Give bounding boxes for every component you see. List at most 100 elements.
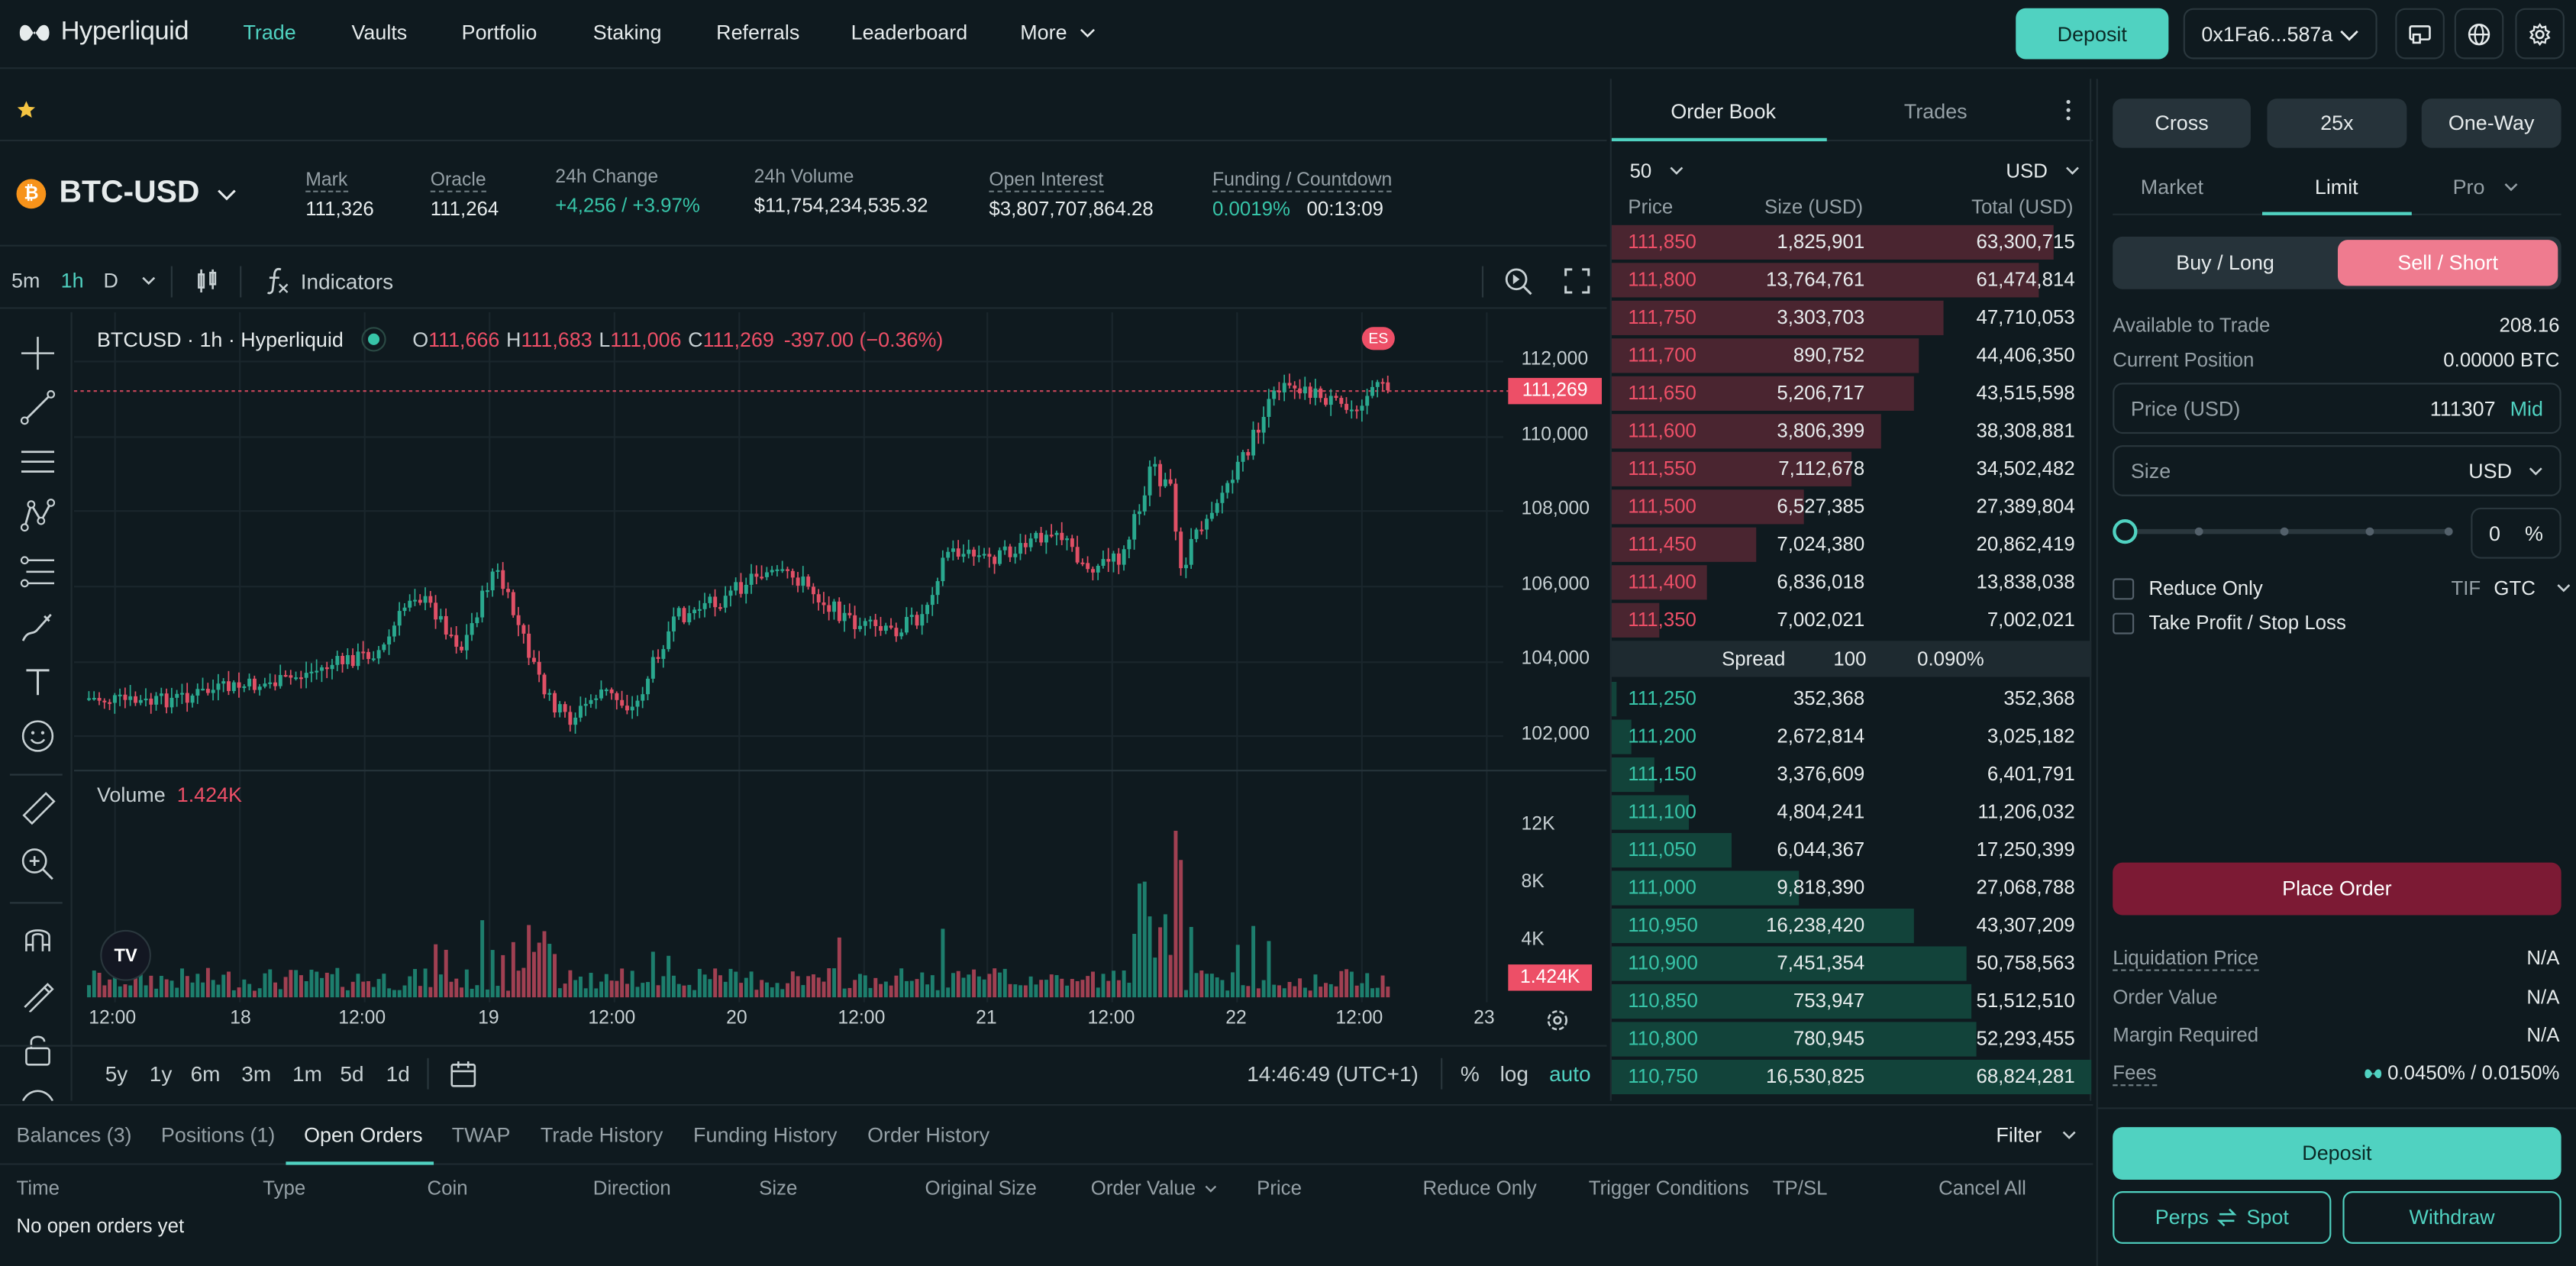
bid-row[interactable]: 111,050 6,044,367 17,250,399	[1611, 832, 2091, 868]
range-1d[interactable]: 1d	[386, 1061, 410, 1086]
indicators-button[interactable]: Indicators	[264, 266, 393, 296]
ask-row[interactable]: 111,450 7,024,380 20,862,419	[1611, 526, 2091, 562]
price-input[interactable]: Price (USD) 111307 Mid	[2113, 383, 2561, 434]
tab-trades[interactable]: Trades	[1904, 100, 1968, 123]
range-5d[interactable]: 5d	[340, 1061, 363, 1086]
language-button[interactable]	[2454, 8, 2504, 60]
chart-clock[interactable]: 14:46:49 (UTC+1)	[1247, 1061, 1419, 1086]
order-type-pro[interactable]: Pro	[2453, 176, 2520, 199]
draw-lock-icon[interactable]	[20, 976, 56, 1012]
magnet-icon[interactable]	[20, 922, 56, 958]
auto-scale-toggle[interactable]: auto	[1549, 1061, 1590, 1086]
filter-dropdown[interactable]: Filter	[1996, 1124, 2076, 1147]
log-scale-toggle[interactable]: log	[1500, 1061, 1528, 1086]
cancel-all-button[interactable]: Cancel All	[1938, 1177, 2026, 1200]
bid-row[interactable]: 111,150 3,376,609 6,401,791	[1611, 756, 2091, 793]
fullscreen-icon[interactable]	[1564, 268, 1590, 294]
ask-row[interactable]: 111,550 7,112,678 34,502,482	[1611, 451, 2091, 486]
tab-open-orders[interactable]: Open Orders	[304, 1124, 422, 1147]
bid-row[interactable]: 111,100 4,804,241 11,206,032	[1611, 793, 2091, 830]
ask-row[interactable]: 111,850 1,825,901 63,300,715	[1611, 224, 2091, 260]
ask-row[interactable]: 111,800 13,764,761 61,474,814	[1611, 261, 2091, 298]
zoom-in-icon[interactable]	[20, 846, 56, 882]
nav-item-leaderboard[interactable]: Leaderboard	[851, 21, 968, 44]
tpsl-checkbox[interactable]: Take Profit / Stop Loss	[2113, 611, 2346, 635]
tab-balances[interactable]: Balances (3)	[17, 1124, 132, 1147]
position-mode-button[interactable]: One-Way	[2421, 99, 2561, 148]
sell-short-button[interactable]: Sell / Short	[2337, 240, 2558, 286]
depth-select[interactable]: 50	[1630, 160, 1685, 182]
ask-row[interactable]: 111,750 3,303,703 47,710,053	[1611, 299, 2091, 335]
trend-line-icon[interactable]	[20, 389, 56, 425]
fib-icon[interactable]	[20, 554, 56, 589]
star-icon[interactable]	[17, 100, 37, 120]
tab-trade-history[interactable]: Trade History	[541, 1124, 663, 1147]
place-order-button[interactable]: Place Order	[2113, 862, 2561, 916]
range-5y[interactable]: 5y	[105, 1061, 128, 1086]
bid-row[interactable]: 110,900 7,451,354 50,758,563	[1611, 945, 2091, 981]
tradingview-logo[interactable]: TV	[100, 929, 151, 981]
horizontal-lines-icon[interactable]	[20, 444, 56, 480]
visibility-toggle-icon[interactable]	[361, 327, 386, 352]
interval-5m[interactable]: 5m	[11, 270, 40, 292]
leverage-button[interactable]: 25x	[2267, 99, 2407, 148]
es-badge[interactable]: ES	[1361, 327, 1395, 350]
bid-row[interactable]: 111,250 352,368 352,368	[1611, 680, 2091, 717]
calendar-icon[interactable]	[448, 1060, 478, 1090]
deposit-button[interactable]: Deposit	[2113, 1127, 2561, 1180]
margin-mode-button[interactable]: Cross	[2113, 99, 2251, 148]
tab-twap[interactable]: TWAP	[452, 1124, 511, 1147]
ask-row[interactable]: 111,400 6,836,018 13,838,038	[1611, 564, 2091, 600]
range-1m[interactable]: 1m	[292, 1061, 322, 1086]
withdraw-button[interactable]: Withdraw	[2342, 1191, 2561, 1244]
bid-row[interactable]: 110,750 16,530,825 68,824,281	[1611, 1058, 2092, 1095]
nav-item-referrals[interactable]: Referrals	[716, 21, 799, 44]
ask-row[interactable]: 111,650 5,206,717 43,515,598	[1611, 375, 2091, 411]
replay-icon[interactable]	[1503, 266, 1533, 296]
tab-positions[interactable]: Positions (1)	[161, 1124, 276, 1147]
nav-item-staking[interactable]: Staking	[593, 21, 662, 44]
ask-row[interactable]: 111,700 890,752 44,406,350	[1611, 337, 2091, 373]
tab-order-book[interactable]: Order Book	[1671, 100, 1776, 123]
size-slider[interactable]	[2113, 518, 2453, 544]
reduce-only-checkbox[interactable]: Reduce Only	[2113, 576, 2263, 599]
price-chart[interactable]	[73, 312, 1607, 1044]
bid-row[interactable]: 110,850 753,947 51,512,510	[1611, 983, 2091, 1019]
ask-row[interactable]: 111,500 6,527,385 27,389,804	[1611, 488, 2091, 525]
range-6m[interactable]: 6m	[191, 1061, 221, 1086]
settings-button[interactable]	[2515, 8, 2565, 60]
buy-long-button[interactable]: Buy / Long	[2116, 240, 2334, 286]
text-icon[interactable]	[20, 664, 56, 699]
bid-row[interactable]: 111,000 9,818,390 27,068,788	[1611, 869, 2091, 906]
nav-item-trade[interactable]: Trade	[243, 21, 295, 44]
interval-d[interactable]: D	[104, 270, 118, 292]
size-input[interactable]: Size USD	[2113, 445, 2561, 496]
percent-scale-toggle[interactable]: %	[1461, 1061, 1480, 1086]
axis-settings-icon[interactable]	[1546, 1009, 1569, 1032]
market-selector[interactable]: ₿ BTC-USD	[16, 176, 236, 212]
interval-1h[interactable]: 1h	[61, 270, 84, 292]
brush-icon[interactable]	[20, 609, 56, 645]
chevron-down-icon[interactable]	[141, 276, 156, 286]
emoji-icon[interactable]	[20, 718, 56, 754]
bid-row[interactable]: 110,800 780,945 52,293,455	[1611, 1020, 2091, 1057]
ask-row[interactable]: 111,600 3,806,399 38,308,881	[1611, 412, 2091, 449]
ask-row[interactable]: 111,350 7,002,021 7,002,021	[1611, 602, 2091, 638]
pattern-icon[interactable]	[20, 498, 56, 534]
bid-row[interactable]: 110,950 16,238,420 43,307,209	[1611, 907, 2091, 944]
unit-select[interactable]: USD	[2006, 160, 2080, 182]
size-percent-input[interactable]: 0 %	[2471, 507, 2561, 559]
col-order-value[interactable]: Order Value	[1091, 1177, 1217, 1200]
range-1y[interactable]: 1y	[150, 1061, 173, 1086]
bid-row[interactable]: 111,200 2,672,814 3,025,182	[1611, 718, 2091, 754]
mid-button[interactable]: Mid	[2510, 398, 2543, 421]
size-unit-select[interactable]: USD	[2468, 460, 2543, 483]
brand-logo[interactable]: Hyperliquid	[17, 17, 189, 50]
layout-button[interactable]	[2395, 8, 2445, 60]
chart-area[interactable]: BTCUSD · 1h · Hyperliquid O 111,666 H 11…	[73, 312, 1607, 1044]
tab-order-history[interactable]: Order History	[867, 1124, 989, 1147]
nav-deposit-button[interactable]: Deposit	[2016, 8, 2169, 60]
perps-spot-transfer-button[interactable]: Perps Spot	[2113, 1191, 2332, 1244]
range-3m[interactable]: 3m	[241, 1061, 271, 1086]
candles-icon[interactable]	[194, 268, 220, 294]
